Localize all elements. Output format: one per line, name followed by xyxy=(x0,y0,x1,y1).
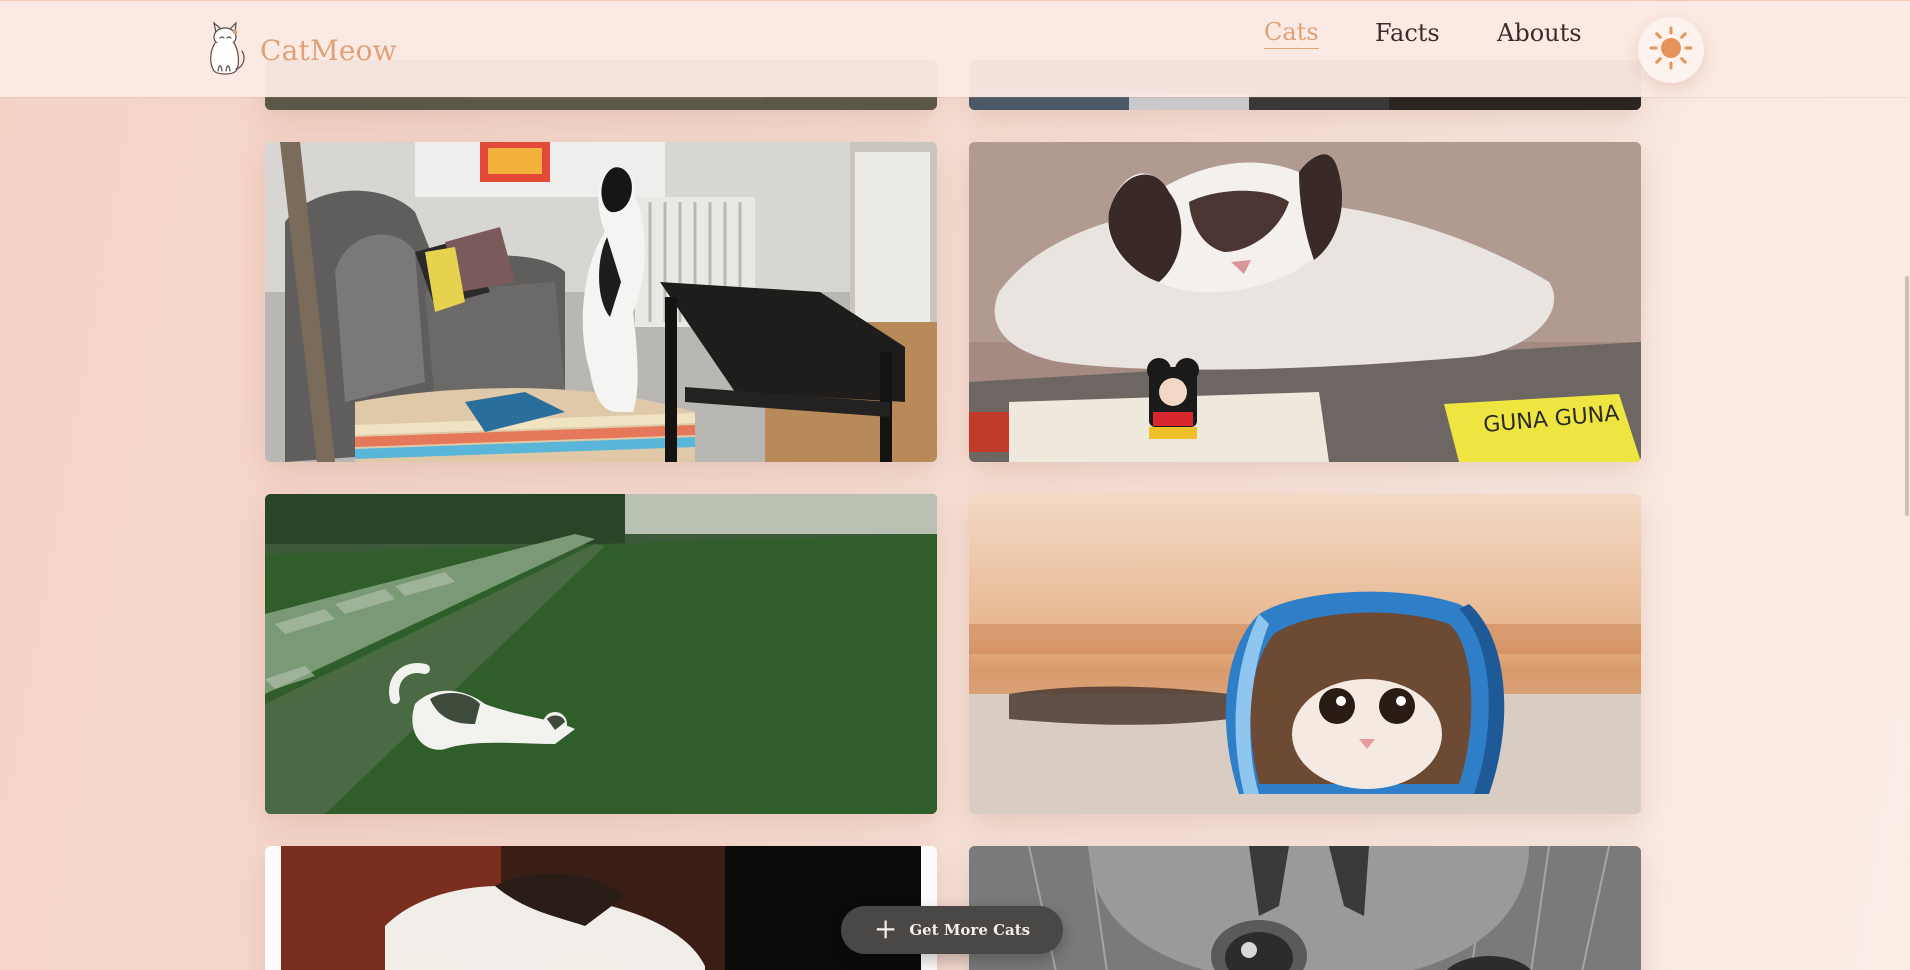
nav-link-abouts[interactable]: Abouts xyxy=(1497,19,1582,47)
theme-toggle-button[interactable] xyxy=(1638,17,1704,83)
get-more-cats-button[interactable]: + Get More Cats xyxy=(841,906,1063,954)
cat-photo-card[interactable] xyxy=(265,142,937,462)
get-more-cats-label: Get More Cats xyxy=(909,921,1031,939)
cat-photo-card[interactable]: GUNA GUNA xyxy=(969,142,1641,462)
page-scrollbar[interactable] xyxy=(1902,0,1910,970)
site-header: CatMeow Cats Facts Abouts xyxy=(0,0,1910,97)
nav-link-cats[interactable]: Cats xyxy=(1264,18,1319,49)
brand-name: CatMeow xyxy=(260,33,397,67)
scrollbar-thumb[interactable] xyxy=(1905,276,1909,516)
cat-photo-card[interactable] xyxy=(265,846,937,970)
brand-logo[interactable]: CatMeow xyxy=(202,21,397,79)
cat-icon xyxy=(202,19,250,81)
cat-photo-card[interactable] xyxy=(265,494,937,814)
cat-photo-card[interactable] xyxy=(969,846,1641,970)
plus-icon: + xyxy=(873,911,898,945)
cat-photo-card[interactable] xyxy=(969,494,1641,814)
nav-link-facts[interactable]: Facts xyxy=(1375,19,1440,47)
sun-icon xyxy=(1648,25,1694,75)
